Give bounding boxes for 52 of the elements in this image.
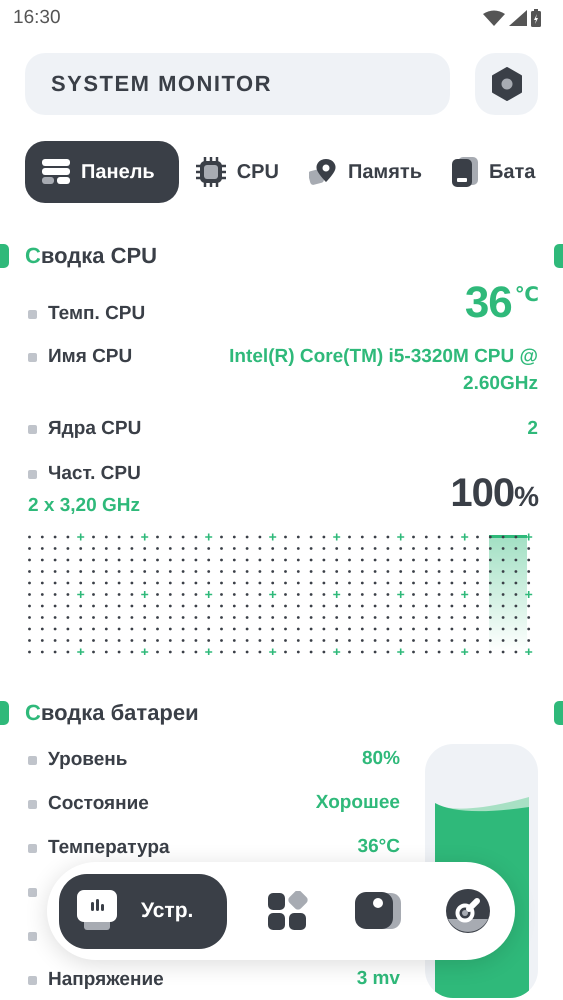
bullet-icon: [28, 352, 37, 362]
bullet-icon: [28, 800, 37, 808]
tab[interactable]: Память: [296, 141, 435, 203]
settings-icon: [490, 67, 522, 101]
bullet-icon: [28, 470, 37, 478]
tab[interactable]: CPU: [182, 141, 292, 203]
row-value: 2: [527, 417, 538, 441]
row-label: Част. CPU: [48, 463, 141, 485]
row-value: 3 mv: [356, 967, 400, 991]
apps-icon: [268, 891, 308, 931]
section-marker: [0, 701, 9, 725]
bullet-icon: [28, 424, 37, 434]
row-label: Напряжение: [48, 969, 164, 991]
row-label: Температура: [48, 837, 170, 859]
battery-charging-icon: [531, 9, 541, 27]
row-label: Темп. CPU: [48, 303, 146, 325]
section-title: Сводка батареи: [25, 700, 199, 726]
row-label: Состояние: [48, 793, 149, 815]
status-time: 16:30: [13, 7, 61, 29]
row-label: Уровень: [48, 749, 128, 771]
bullet-icon: [28, 310, 37, 318]
monitor-icon: [77, 890, 117, 932]
bullet-icon: [28, 756, 37, 764]
section-marker: [0, 244, 9, 268]
dashboard-icon: [42, 159, 70, 185]
row-value: Хорошее: [316, 791, 400, 815]
usage-value: 100%: [450, 471, 538, 516]
bullet-icon: [28, 932, 37, 940]
row-label: Ядра CPU: [48, 418, 142, 440]
row-value: 80%: [362, 747, 400, 771]
nav-item[interactable]: Устр.: [59, 874, 227, 948]
app-title: SYSTEM MONITOR: [25, 53, 450, 115]
temperature-value: 36$^{℃}$: [464, 277, 538, 325]
row-subvalue: 2 x 3,20 GHz: [28, 495, 141, 517]
tab[interactable]: Панель: [25, 141, 179, 203]
section-marker: [554, 244, 563, 268]
bullet-icon: [28, 844, 37, 852]
tab[interactable]: Бата: [439, 141, 536, 203]
row-value: 36°C: [358, 835, 400, 859]
phone-icon: [452, 157, 478, 187]
settings-button[interactable]: [475, 53, 538, 115]
chip-icon: [196, 157, 226, 187]
wifi-icon: [483, 10, 505, 26]
map-pin-icon: [308, 158, 337, 186]
signal-icon: [509, 10, 527, 26]
bullet-icon: [28, 976, 37, 984]
disc-icon: [446, 889, 490, 933]
section-title: Сводка CPU: [25, 243, 158, 269]
row-label: Имя CPU: [48, 346, 132, 368]
bullet-icon: [28, 888, 37, 896]
section-marker: [554, 701, 563, 725]
row-value: Intel(R) Core(TM) i5-3320M CPU @ 2.60GHz: [228, 345, 538, 396]
